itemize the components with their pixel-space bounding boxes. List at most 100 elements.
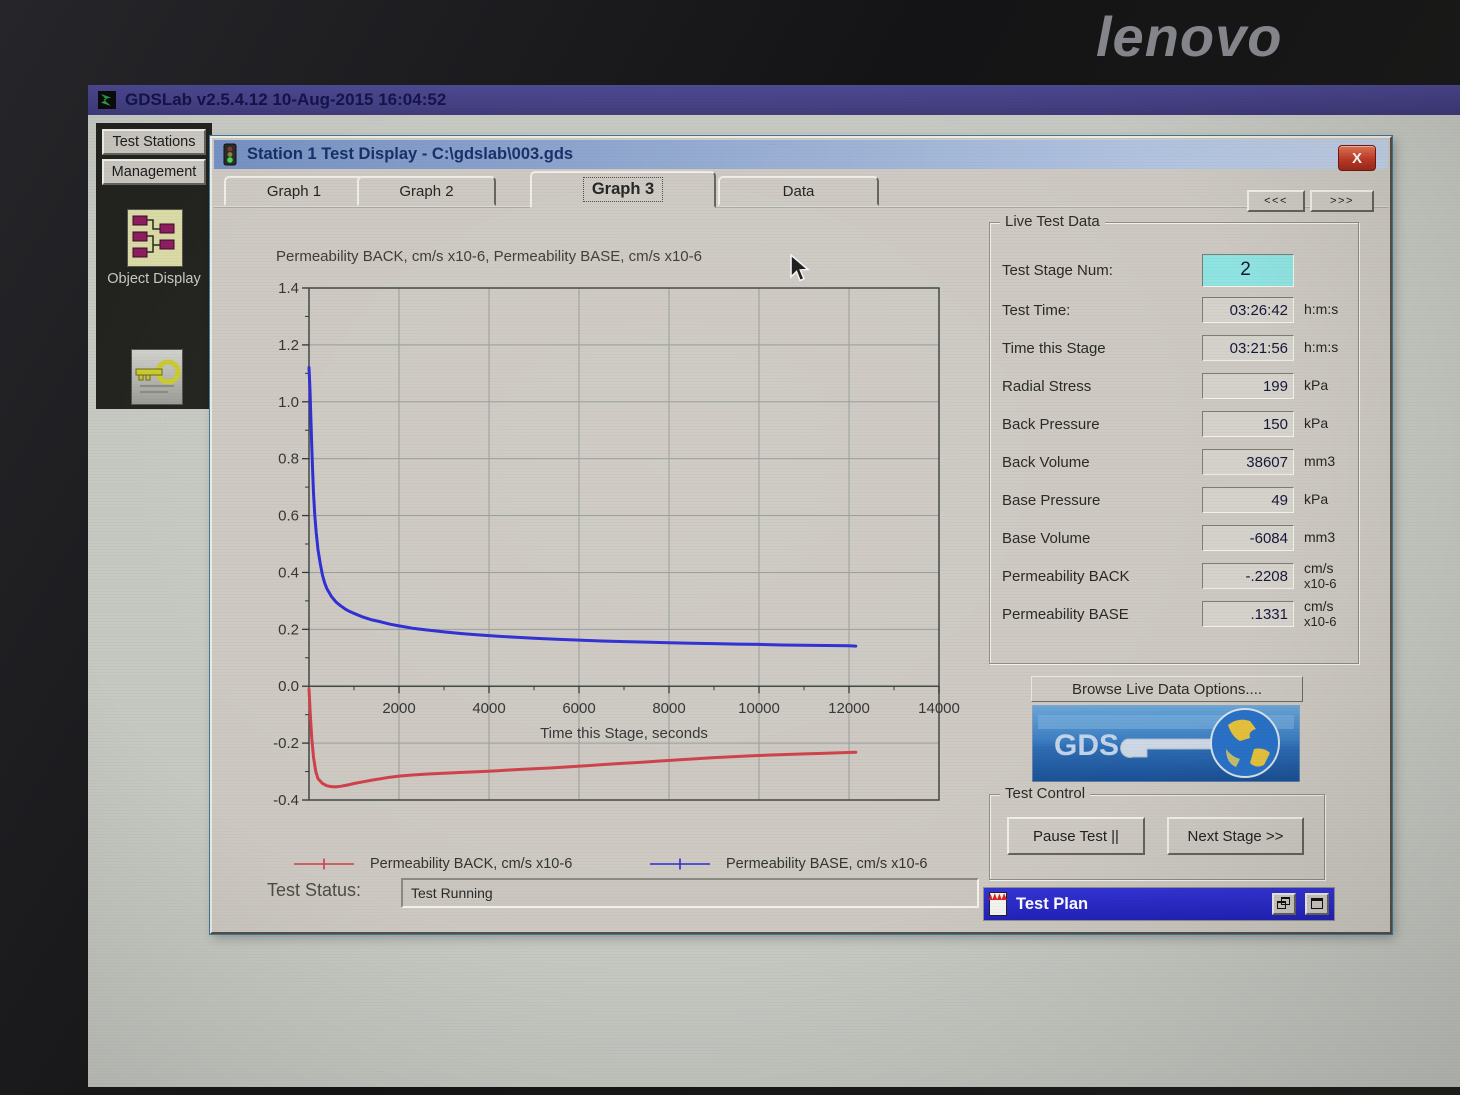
test-control-title: Test Control: [1000, 785, 1090, 802]
svg-text:2000: 2000: [382, 700, 415, 717]
tab-data[interactable]: Data: [718, 176, 879, 206]
svg-text:0.2: 0.2: [278, 621, 299, 638]
app-title: GDSLab v2.5.4.12 10-Aug-2015 16:04:52: [125, 90, 446, 110]
live-data-label: Base Volume: [1002, 530, 1202, 547]
close-button[interactable]: X: [1338, 145, 1376, 171]
live-data-row: Test Stage Num:2: [1002, 249, 1352, 291]
live-test-data-title: Live Test Data: [1000, 213, 1105, 230]
live-data-label: Test Time:: [1002, 302, 1202, 319]
sidebar-button-test-stations[interactable]: Test Stations: [102, 129, 206, 155]
legend-marker-back: [294, 857, 354, 871]
legend-item-base: Permeability BASE, cm/s x10-6: [650, 856, 927, 872]
svg-text:0.0: 0.0: [278, 678, 299, 695]
live-data-value: 49: [1202, 487, 1294, 513]
svg-text:0.4: 0.4: [278, 564, 299, 581]
tabstrip-baseline: [214, 206, 1388, 208]
svg-text:-0.4: -0.4: [273, 792, 299, 809]
security-label: Security: [96, 411, 212, 427]
live-test-data-group: Live Test Data Test Stage Num:2Test Time…: [989, 222, 1359, 664]
live-data-unit: mm3: [1294, 454, 1352, 469]
test-plan-title: Test Plan: [1016, 895, 1263, 914]
object-display-icon[interactable]: [127, 209, 183, 267]
photo-of-monitor: { "monitor": { "brand": "lenovo" }, "app…: [0, 0, 1460, 1095]
lenovo-logo: lenovo: [1096, 4, 1282, 69]
test-plan-notebook-icon: [989, 892, 1007, 916]
live-data-row: Base Pressure49kPa: [1002, 481, 1352, 519]
tab-graph-2[interactable]: Graph 2: [357, 176, 496, 206]
live-data-value: 38607: [1202, 449, 1294, 475]
svg-text:0.6: 0.6: [278, 508, 299, 525]
maximize-button[interactable]: [1305, 893, 1329, 915]
live-data-unit: h:m:s: [1294, 302, 1352, 317]
station-window-titlebar[interactable]: Station 1 Test Display - C:\gdslab\003.g…: [214, 140, 1388, 169]
svg-text:1.4: 1.4: [278, 280, 299, 297]
object-display-label: Object Display: [96, 271, 212, 287]
live-data-unit: kPa: [1294, 416, 1352, 431]
tab-label: Graph 3: [583, 177, 663, 202]
gdslab-app-icon: [98, 91, 116, 109]
svg-text:14000: 14000: [918, 700, 960, 717]
live-data-label: Permeability BACK: [1002, 568, 1202, 585]
live-data-value: .1331: [1202, 601, 1294, 627]
live-data-row: Radial Stress199kPa: [1002, 367, 1352, 405]
page-prev-button[interactable]: <<<: [1247, 190, 1305, 212]
live-data-label: Back Pressure: [1002, 416, 1202, 433]
live-data-row: Permeability BACK-.2208cm/sx10-6: [1002, 557, 1352, 595]
gds-logo-banner: GDS: [1032, 705, 1300, 782]
svg-text:10000: 10000: [738, 700, 780, 717]
legend-item-back: Permeability BACK, cm/s x10-6: [294, 856, 572, 872]
test-status-field[interactable]: Test Running: [401, 878, 979, 908]
test-plan-titlebar[interactable]: Test Plan: [983, 887, 1335, 921]
sidebar-button-management[interactable]: Management: [102, 159, 206, 185]
live-data-label: Radial Stress: [1002, 378, 1202, 395]
station-window: Station 1 Test Display - C:\gdslab\003.g…: [210, 136, 1392, 934]
traffic-light-icon: [222, 143, 238, 166]
live-data-row: Time this Stage03:21:56h:m:s: [1002, 329, 1352, 367]
next-stage-button[interactable]: Next Stage >>: [1167, 817, 1304, 855]
monitor-screen: GDSLab v2.5.4.12 10-Aug-2015 16:04:52 Te…: [88, 85, 1460, 1087]
live-data-row: Back Pressure150kPa: [1002, 405, 1352, 443]
tab-graph-1[interactable]: Graph 1: [224, 176, 364, 206]
live-data-unit: h:m:s: [1294, 340, 1352, 355]
chart-title: Permeability BACK, cm/s x10-6, Permeabil…: [276, 248, 702, 265]
restore-button[interactable]: [1272, 893, 1296, 915]
live-data-unit: kPa: [1294, 492, 1352, 507]
tab-label: Data: [783, 183, 815, 200]
tab-content-graph3: Permeability BACK, cm/s x10-6, Permeabil…: [214, 208, 1388, 930]
live-data-value: 03:26:42: [1202, 297, 1294, 323]
page-next-button[interactable]: >>>: [1310, 190, 1374, 212]
tab-graph-3[interactable]: Graph 3: [530, 171, 716, 208]
mouse-cursor: [789, 254, 811, 286]
live-data-label: Back Volume: [1002, 454, 1202, 471]
test-control-group: Test Control Pause Test || Next Stage >>: [989, 794, 1325, 880]
legend-label-base: Permeability BASE, cm/s x10-6: [726, 856, 927, 872]
browse-live-data-options-button[interactable]: Browse Live Data Options....: [1031, 676, 1303, 702]
svg-text:12000: 12000: [828, 700, 870, 717]
live-data-value: 199: [1202, 373, 1294, 399]
live-data-value: 150: [1202, 411, 1294, 437]
live-data-unit: mm3: [1294, 530, 1352, 545]
svg-text:4000: 4000: [472, 700, 505, 717]
live-data-row: Base Volume-6084mm3: [1002, 519, 1352, 557]
svg-text:1.2: 1.2: [278, 337, 299, 354]
live-test-data-rows: Test Stage Num:2Test Time:03:26:42h:m:sT…: [1002, 249, 1352, 633]
chart-svg: 2000400060008000100001200014000Time this…: [241, 278, 981, 823]
svg-text:0.8: 0.8: [278, 451, 299, 468]
svg-text:6000: 6000: [562, 700, 595, 717]
live-data-label: Test Stage Num:: [1002, 262, 1202, 279]
live-data-label: Permeability BASE: [1002, 606, 1202, 623]
live-data-label: Base Pressure: [1002, 492, 1202, 509]
legend-label-back: Permeability BACK, cm/s x10-6: [370, 856, 572, 872]
security-icon[interactable]: [131, 349, 183, 405]
live-data-value: 2: [1202, 254, 1294, 287]
station-window-title: Station 1 Test Display - C:\gdslab\003.g…: [247, 145, 573, 164]
tab-label: Graph 2: [399, 183, 453, 200]
live-data-unit: kPa: [1294, 378, 1352, 393]
svg-text:Time this Stage, seconds: Time this Stage, seconds: [540, 725, 708, 742]
legend-marker-base: [650, 857, 710, 871]
live-data-unit: cm/sx10-6: [1294, 561, 1352, 591]
pause-test-button[interactable]: Pause Test ||: [1007, 817, 1145, 855]
sidebar: Test Stations Management Object Display: [96, 123, 212, 409]
test-status-label: Test Status:: [267, 880, 361, 901]
live-data-value: -.2208: [1202, 563, 1294, 589]
